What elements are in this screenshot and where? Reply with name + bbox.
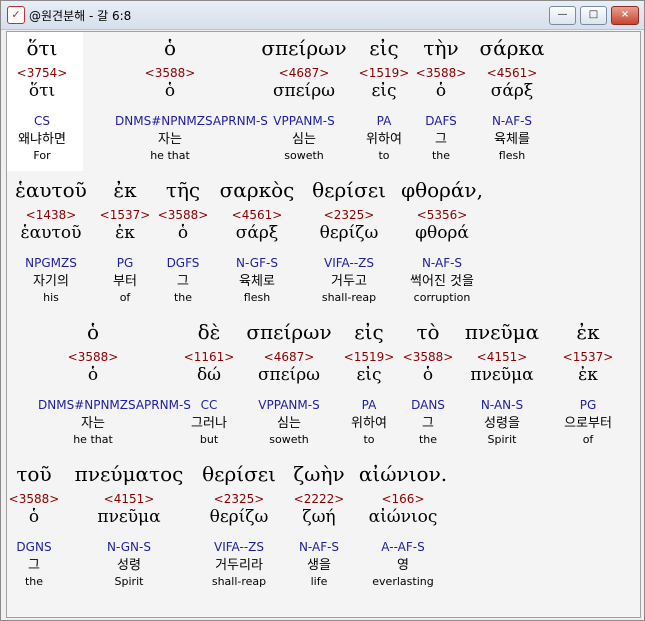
word-block[interactable]: ὁ <3588> ὁ DNMS#NPNMZSAPRNM-S 자는 he that xyxy=(38,320,191,446)
english-gloss: flesh xyxy=(498,149,526,162)
lexical-form: αἰώνιος xyxy=(368,507,438,527)
interlinear-view[interactable]: ὅτι <3754> ὅτι CS 왜냐하면 For ὁ <3588> ὁ DNMS#NPNMZS… xyxy=(6,31,641,618)
word-block[interactable]: πνεύματος <4151> πνεῦμα N-GN-S 성령 Spirit xyxy=(74,462,184,588)
greek-word: φθοράν, xyxy=(401,178,483,202)
strong-number[interactable]: <3754> xyxy=(7,66,97,80)
greek-word: ὅτι xyxy=(26,36,58,60)
morphology-code: N-AF-S xyxy=(421,256,463,270)
strong-number[interactable]: <5356> xyxy=(387,208,497,222)
korean-gloss: 영 xyxy=(397,558,409,573)
morphology-code: N-GN-S xyxy=(107,540,151,554)
korean-gloss: 육체를 xyxy=(494,132,530,147)
english-gloss: Spirit xyxy=(114,575,144,588)
greek-word: σάρκα xyxy=(479,36,545,60)
app-icon[interactable]: ✓ xyxy=(7,6,25,24)
english-gloss: corruption xyxy=(413,291,471,304)
korean-gloss: 으로부터 xyxy=(564,416,612,431)
greek-word: ὁ xyxy=(163,36,177,60)
greek-word: ἐκ xyxy=(576,320,600,344)
english-gloss: he that xyxy=(73,433,113,446)
word-block[interactable]: ἐκ <1537> ἐκ PG 으로부터 of xyxy=(533,320,640,446)
strong-number[interactable]: <166> xyxy=(348,492,458,506)
lexical-form: πνεῦμα xyxy=(97,507,161,527)
strong-number[interactable]: <3588> xyxy=(115,66,225,80)
greek-word: ὁ xyxy=(86,320,100,344)
korean-gloss: 자는 xyxy=(158,132,182,147)
strong-number[interactable]: <4151> xyxy=(74,492,184,506)
word-block[interactable]: αἰώνιον. <166> αἰώνιος A--AF-S 영 everlasting xyxy=(348,462,458,588)
strong-number[interactable]: <4561> xyxy=(457,66,567,80)
close-button[interactable]: × xyxy=(611,6,639,25)
morphology-code: N-AF-S xyxy=(491,114,533,128)
greek-word: αἰώνιον. xyxy=(358,462,448,486)
maximize-button[interactable]: □ xyxy=(580,6,607,25)
morphology-code: CS xyxy=(34,114,50,128)
strong-number[interactable]: <1537> xyxy=(533,350,640,364)
english-gloss: of xyxy=(582,433,594,446)
title-bar[interactable]: ✓ @원견분해 - 갈 6:8 — □ × xyxy=(1,1,644,30)
morphology-code: DNMS#NPNMZSAPRNM-S xyxy=(115,114,268,128)
window-title: @원견분해 - 갈 6:8 xyxy=(29,9,132,23)
morphology-code: A--AF-S xyxy=(381,540,425,554)
korean-gloss: 자는 xyxy=(81,416,105,431)
korean-gloss: 성령 xyxy=(117,558,141,573)
korean-gloss: 썩어진 것을 xyxy=(410,274,474,289)
word-block[interactable]: σάρκα <4561> σάρξ N-AF-S 육체를 flesh xyxy=(457,36,567,162)
english-gloss: he that xyxy=(150,149,190,162)
lexical-form: ὅτι xyxy=(28,81,56,101)
lexical-form: ὁ xyxy=(164,81,176,101)
greek-word: πνεύματος xyxy=(74,462,184,486)
lexical-form: ἐκ xyxy=(578,365,598,385)
english-gloss: For xyxy=(33,149,51,162)
word-block[interactable]: ὅτι <3754> ὅτι CS 왜냐하면 For xyxy=(7,36,97,162)
app-window: ✓ @원견분해 - 갈 6:8 — □ × ὅτι <3754> ὅτι CS 왜냐하면… xyxy=(0,0,645,621)
korean-gloss: 왜냐하면 xyxy=(18,132,66,147)
minimize-button[interactable]: — xyxy=(549,6,576,25)
word-block[interactable]: φθοράν, <5356> φθορά N-AF-S 썩어진 것을 corruption xyxy=(387,178,497,304)
lexical-form: φθορά xyxy=(415,223,469,243)
lexical-form: σάρξ xyxy=(490,81,534,101)
morphology-code: PG xyxy=(579,398,597,412)
strong-number[interactable]: <3588> xyxy=(38,350,148,364)
english-gloss: everlasting xyxy=(372,575,434,588)
word-block[interactable]: ὁ <3588> ὁ DNMS#NPNMZSAPRNM-S 자는 he that xyxy=(115,36,268,162)
lexical-form: ὁ xyxy=(87,365,99,385)
morphology-code: DNMS#NPNMZSAPRNM-S xyxy=(38,398,191,412)
